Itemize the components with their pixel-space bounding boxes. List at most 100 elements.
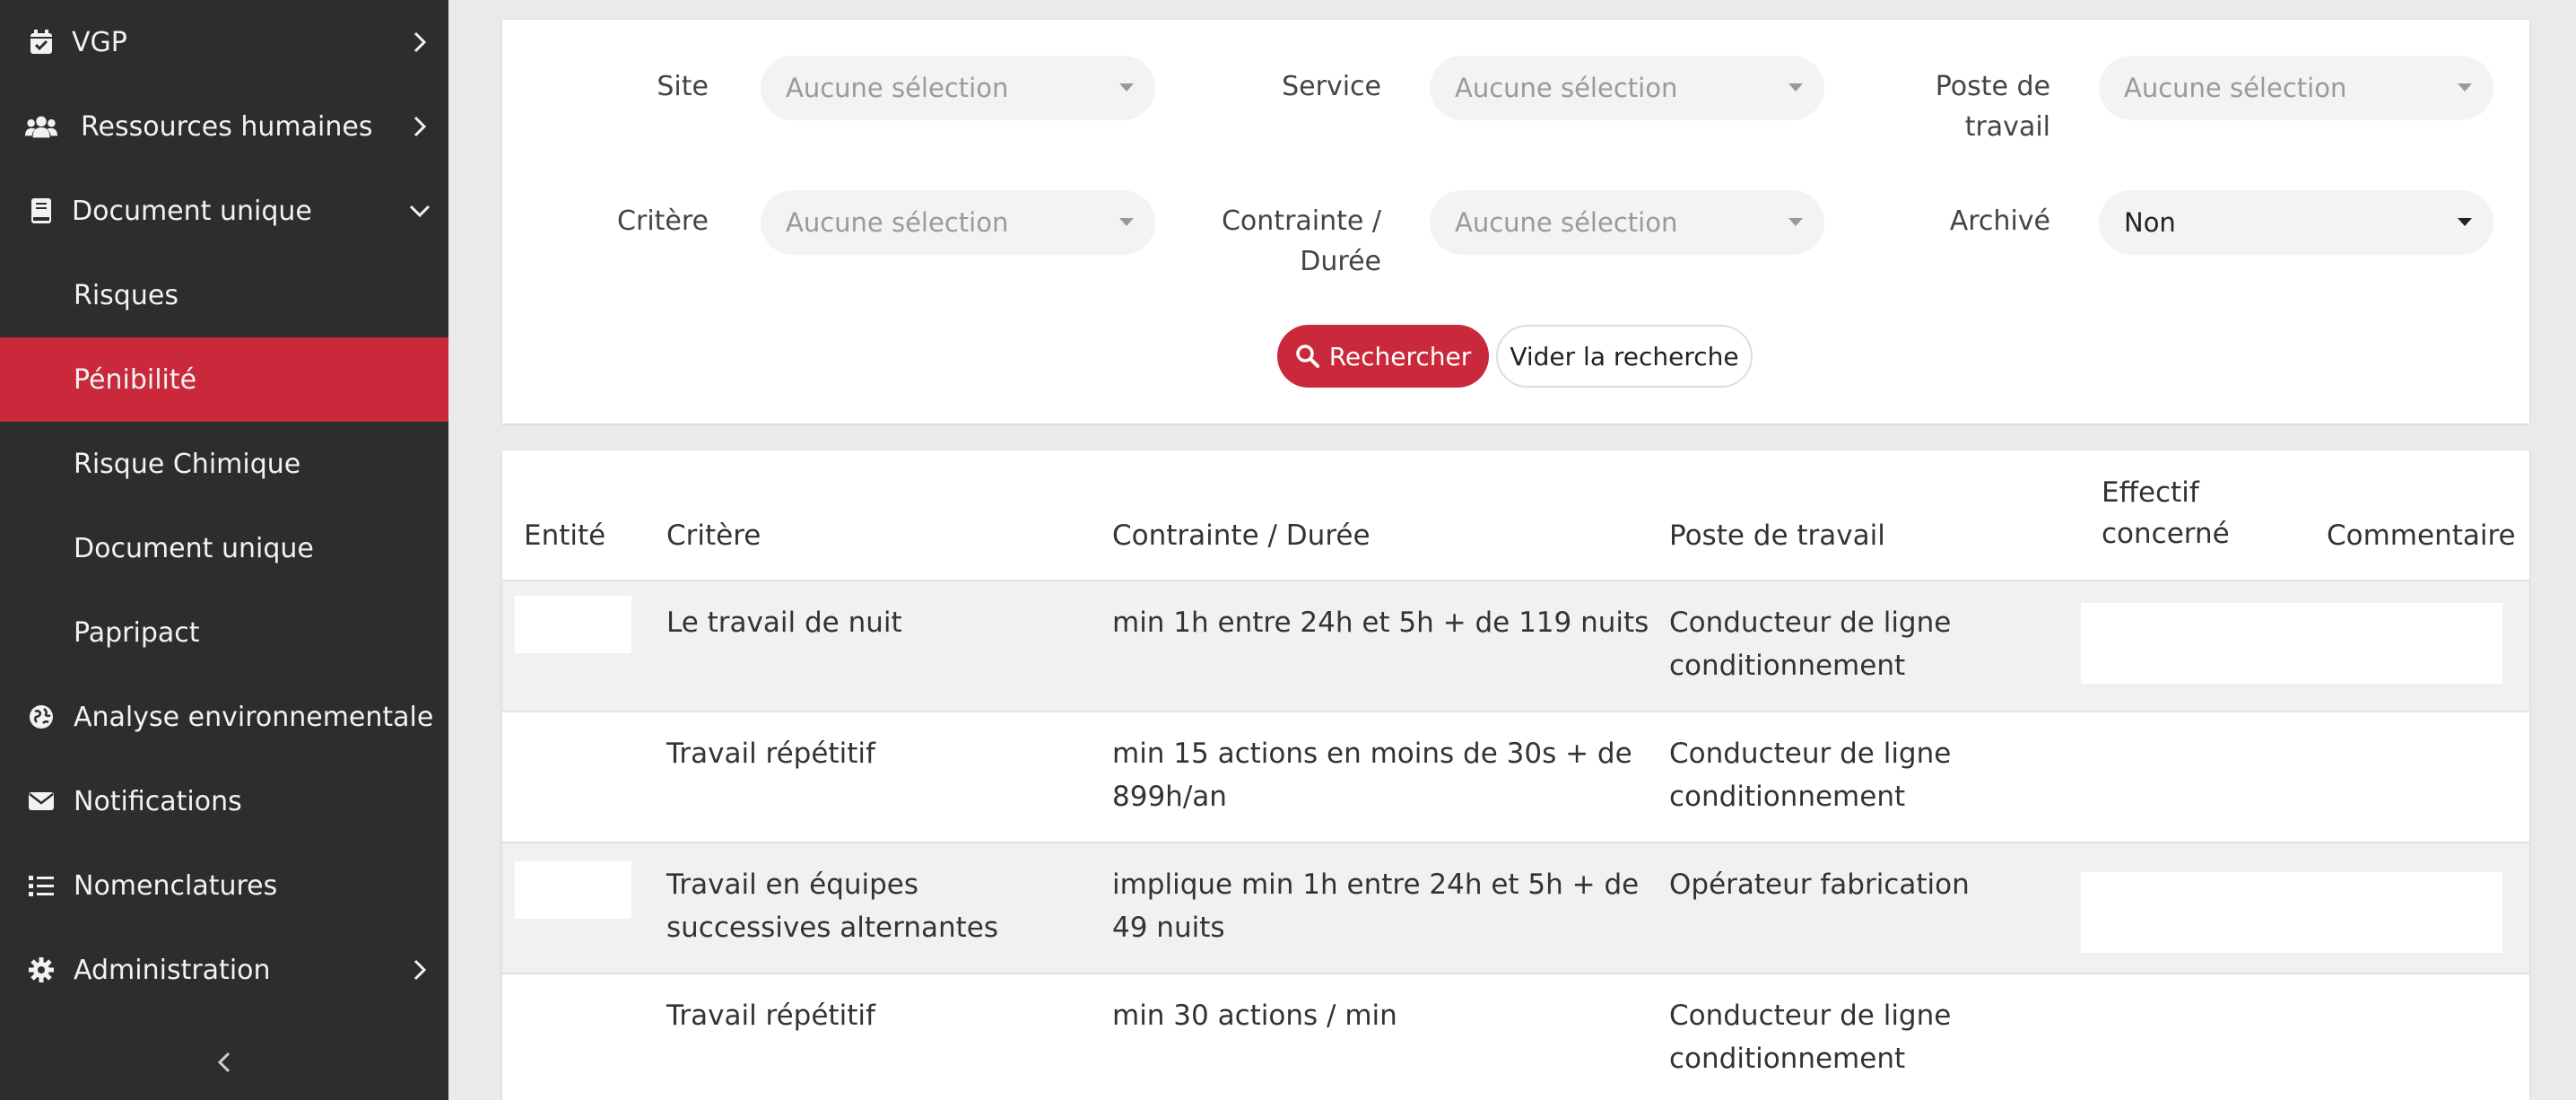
search-button[interactable]: Rechercher	[1277, 325, 1489, 388]
sidebar-item-label: Ressources humaines	[81, 110, 373, 143]
gear-icon	[25, 954, 57, 986]
sidebar-item-nomenclatures[interactable]: Nomenclatures	[0, 843, 448, 928]
sidebar-item-label: Notifications	[74, 785, 242, 817]
envelope-icon	[25, 785, 57, 817]
sidebar-item-penibilite[interactable]: Pénibilité	[0, 337, 448, 422]
clear-search-button-label: Vider la recherche	[1510, 341, 1739, 371]
effectif-commentaire-cell-box	[2081, 872, 2502, 953]
contrainte-select[interactable]: Aucune sélection	[1430, 190, 1824, 255]
sidebar-item-administration[interactable]: Administration	[0, 928, 448, 1012]
poste-cell-line: conditionnement	[1669, 1043, 1906, 1075]
sidebar-item-papripact[interactable]: Papripact	[0, 590, 448, 675]
critere-select[interactable]: Aucune sélection	[761, 190, 1155, 255]
column-header-effectif-line2: concerné	[2102, 518, 2230, 550]
critere-cell: Travail répétitif	[666, 994, 875, 1037]
chevron-down-icon	[407, 198, 432, 223]
critere-cell-line: Travail répétitif	[666, 738, 875, 770]
sidebar-item-risques[interactable]: Risques	[0, 253, 448, 337]
column-header-critere[interactable]: Critère	[666, 515, 761, 556]
caret-down-icon	[1788, 83, 1803, 92]
chevron-right-icon	[407, 957, 432, 982]
site-select-value: Aucune sélection	[786, 73, 1009, 103]
sidebar-item-label: Document unique	[72, 195, 312, 227]
poste-label-line1: Poste de	[1935, 71, 2050, 102]
critere-cell: Travail en équipes successives alternant…	[666, 863, 998, 949]
site-select[interactable]: Aucune sélection	[761, 56, 1155, 120]
column-header-poste[interactable]: Poste de travail	[1669, 515, 1885, 556]
contrainte-cell-line: implique min 1h entre 24h et 5h + de	[1112, 869, 1640, 901]
sidebar-item-label: Document unique	[74, 532, 314, 564]
poste-cell-line: Opérateur fabrication	[1669, 869, 1970, 901]
contrainte-label-line2: Durée	[1300, 246, 1381, 277]
column-header-commentaire[interactable]: Commentaire	[2327, 515, 2516, 556]
contrainte-label: Contrainte / Durée	[1184, 201, 1381, 282]
sidebar-item-label: Papripact	[74, 616, 200, 649]
clear-search-button[interactable]: Vider la recherche	[1496, 325, 1753, 388]
contrainte-cell-line: 899h/an	[1112, 781, 1227, 813]
critere-cell-line: Travail en équipes	[666, 869, 919, 901]
penibilite-table: Entité Critère Contrainte / Durée Poste …	[502, 450, 2529, 1100]
critere-cell: Le travail de nuit	[666, 601, 902, 644]
table-row[interactable]: Le travail de nuit min 1h entre 24h et 5…	[502, 580, 2529, 711]
sidebar-item-risque-chimique[interactable]: Risque Chimique	[0, 422, 448, 506]
table-row[interactable]: Travail répétitif min 30 actions / min C…	[502, 973, 2529, 1100]
search-button-label: Rechercher	[1328, 341, 1472, 371]
chevron-right-icon	[407, 30, 432, 55]
critere-select-value: Aucune sélection	[786, 207, 1009, 238]
globe-icon	[25, 701, 57, 733]
critere-cell-line: Travail répétitif	[666, 1000, 875, 1032]
poste-select[interactable]: Aucune sélection	[2099, 56, 2493, 120]
critere-cell-line: Le travail de nuit	[666, 607, 902, 639]
chevron-right-icon	[407, 114, 432, 139]
entity-cell-box	[515, 596, 631, 653]
sidebar-item-vgp[interactable]: VGP	[0, 0, 448, 84]
sidebar-item-notifications[interactable]: Notifications	[0, 759, 448, 843]
sidebar-item-label: Analyse environnementale	[74, 701, 434, 733]
archive-select[interactable]: Non	[2099, 190, 2493, 255]
critere-cell: Travail répétitif	[666, 732, 875, 775]
chevron-left-icon	[215, 1050, 233, 1078]
critere-cell-line: successives alternantes	[666, 912, 999, 944]
sidebar-item-analyse-environnementale[interactable]: Analyse environnementale	[0, 675, 448, 759]
column-header-contrainte[interactable]: Contrainte / Durée	[1112, 515, 1371, 556]
contrainte-cell: min 1h entre 24h et 5h + de 119 nuits	[1112, 601, 1649, 644]
poste-cell-line: conditionnement	[1669, 781, 1906, 813]
caret-down-icon	[2458, 83, 2472, 92]
collapse-sidebar-button[interactable]	[206, 1046, 242, 1082]
contrainte-cell: min 30 actions / min	[1112, 994, 1397, 1037]
caret-down-icon	[1119, 218, 1134, 226]
column-header-entite[interactable]: Entité	[524, 515, 605, 556]
poste-label: Poste de travail	[1884, 66, 2050, 147]
table-row[interactable]: Travail en équipes successives alternant…	[502, 842, 2529, 973]
poste-cell: Conducteur de ligne conditionnement	[1669, 601, 1951, 687]
poste-label-line2: travail	[1964, 111, 2050, 143]
list-icon	[25, 869, 57, 902]
poste-cell: Conducteur de ligne conditionnement	[1669, 732, 1951, 818]
contrainte-cell: implique min 1h entre 24h et 5h + de 49 …	[1112, 863, 1639, 949]
calendar-check-icon	[25, 26, 57, 58]
sidebar-item-label: Pénibilité	[74, 363, 197, 396]
poste-cell: Conducteur de ligne conditionnement	[1669, 994, 1951, 1080]
column-header-effectif[interactable]: Effectif concerné	[2102, 472, 2230, 554]
sidebar-item-document-unique-sub[interactable]: Document unique	[0, 506, 448, 590]
poste-cell: Opérateur fabrication	[1669, 863, 1970, 906]
contrainte-cell-line: 49 nuits	[1112, 912, 1225, 944]
caret-down-icon	[1119, 83, 1134, 92]
sidebar-item-label: Nomenclatures	[74, 869, 278, 902]
effectif-commentaire-cell-box	[2081, 603, 2502, 684]
table-row[interactable]: Travail répétitif min 15 actions en moin…	[502, 711, 2529, 842]
archive-select-value: Non	[2124, 207, 2176, 238]
contrainte-cell: min 15 actions en moins de 30s + de 899h…	[1112, 732, 1632, 818]
search-icon	[1295, 344, 1320, 369]
poste-cell-line: conditionnement	[1669, 650, 1906, 682]
service-select[interactable]: Aucune sélection	[1430, 56, 1824, 120]
sidebar-item-ressources-humaines[interactable]: Ressources humaines	[0, 84, 448, 169]
sidebar-item-document-unique[interactable]: Document unique	[0, 169, 448, 253]
service-label: Service	[1282, 71, 1381, 102]
users-icon	[25, 110, 57, 143]
caret-down-icon	[2458, 218, 2472, 226]
filter-panel: Site Aucune sélection Service Aucune sél…	[502, 20, 2529, 423]
book-icon	[25, 195, 57, 227]
sidebar-item-label: VGP	[72, 26, 127, 58]
contrainte-cell-line: min 15 actions en moins de 30s + de	[1112, 738, 1632, 770]
